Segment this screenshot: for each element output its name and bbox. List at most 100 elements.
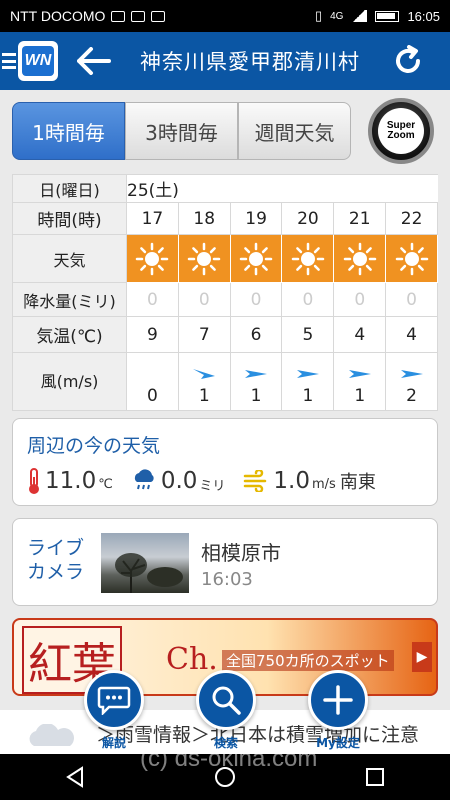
wind-cell: 1 xyxy=(281,352,335,411)
wind-speed: 2 xyxy=(406,386,417,406)
super-zoom-label: Super xyxy=(386,119,416,131)
banner-arrow-icon: ▶ xyxy=(412,642,432,672)
wind-speed: 1 xyxy=(250,386,262,406)
refresh-icon[interactable] xyxy=(388,41,428,81)
chat-icon xyxy=(97,686,131,715)
row-label-date: 日(曜日) xyxy=(12,174,127,203)
hour-cell: 21 xyxy=(333,202,387,235)
notification-icon xyxy=(131,10,146,22)
weather-cell xyxy=(126,234,179,283)
current-weather-card[interactable]: 周辺の今の天気 11.0 ℃ 0.0 ミリ 1.0 m/s 南東 xyxy=(12,418,438,506)
rain-cell: 0 xyxy=(177,282,231,317)
tab-3hourly[interactable]: 3時間毎 xyxy=(125,102,238,160)
watermark: (c) ds-okina.com xyxy=(140,745,318,772)
wind-arrow-icon xyxy=(245,370,268,378)
temp-cell: 9 xyxy=(126,316,179,353)
live-camera-label: ライブ xyxy=(27,537,85,559)
weather-cell xyxy=(229,234,283,283)
location-title: 神奈川県愛甲郡清川村 xyxy=(140,50,360,74)
nav-recents-icon[interactable] xyxy=(365,767,385,787)
wind-arrow-icon xyxy=(193,369,216,379)
commentary-button[interactable] xyxy=(84,670,144,730)
row-label-temp: 気温(℃) xyxy=(12,316,127,353)
wind-arrow-icon xyxy=(296,370,319,378)
hour-cell: 17 xyxy=(126,202,179,235)
rain-cell: 0 xyxy=(229,282,283,317)
current-temp-unit: ℃ xyxy=(98,476,113,492)
wind-cell: 1 xyxy=(177,352,231,411)
wind-cell: 1 xyxy=(229,352,283,411)
network-type: 4G xyxy=(330,10,344,22)
carrier-name: NTT DOCOMO xyxy=(10,8,106,24)
forecast-tabs: 1時間毎 3時間毎 週間天気 xyxy=(12,102,351,160)
rain-cell: 0 xyxy=(281,282,335,317)
hour-cell: 19 xyxy=(229,202,283,235)
super-zoom-label: Zoom xyxy=(387,130,415,141)
weathernews-logo[interactable]: WN xyxy=(18,41,58,81)
hour-cell: 22 xyxy=(385,202,438,235)
notification-icon xyxy=(111,10,126,22)
signal-icon xyxy=(351,10,368,22)
search-button[interactable] xyxy=(196,670,256,730)
status-bar: NTT DOCOMO ▯ 4G 16:05 xyxy=(0,0,450,32)
camera-city: 相模原市 xyxy=(201,541,281,565)
wind-cell: 0 xyxy=(126,352,179,411)
tab-weekly[interactable]: 週間天気 xyxy=(238,102,351,160)
tab-hourly[interactable]: 1時間毎 xyxy=(12,102,125,160)
date-value: 25(土) xyxy=(126,174,438,203)
sun-icon xyxy=(343,242,376,275)
temp-cell: 4 xyxy=(385,316,438,353)
notification-icon xyxy=(151,10,166,22)
wind-cell: 2 xyxy=(385,352,438,411)
weather-cell xyxy=(281,234,335,283)
current-wind-direction: 南東 xyxy=(339,472,376,493)
weather-cell xyxy=(333,234,387,283)
live-camera-card[interactable]: ライブ カメラ 相模原市 16:03 xyxy=(12,518,438,606)
row-label-weather: 天気 xyxy=(12,234,127,283)
sun-icon xyxy=(239,242,273,275)
banner-promo: 全国750カ所のスポット xyxy=(222,650,394,671)
camera-thumbnail[interactable] xyxy=(101,533,189,593)
super-zoom-button[interactable]: Super Zoom xyxy=(368,98,434,164)
current-weather-title: 周辺の今の天気 xyxy=(27,435,161,457)
banner-channel: Ch. xyxy=(166,642,218,677)
app-header: WN 神奈川県愛甲郡清川村 xyxy=(0,32,450,90)
current-wind-value: 1.0 xyxy=(273,468,310,494)
temp-cell: 7 xyxy=(177,316,231,353)
back-arrow-icon[interactable] xyxy=(76,43,112,79)
notification-icons xyxy=(111,10,166,22)
rain-cell: 0 xyxy=(333,282,387,317)
current-rain-value: 0.0 xyxy=(160,468,198,494)
plus-icon xyxy=(323,685,353,715)
hour-cell: 18 xyxy=(177,202,231,235)
thermometer-icon xyxy=(29,468,39,494)
weather-cell xyxy=(177,234,231,283)
wind-arrow-icon xyxy=(400,370,423,378)
hourly-forecast-table: 日(曜日) 25(土) 時間(時) 17 18 19 20 21 22 天気 降… xyxy=(12,174,438,411)
nav-back-icon[interactable] xyxy=(65,766,85,788)
live-camera-label: カメラ xyxy=(27,560,85,583)
my-settings-button[interactable] xyxy=(308,670,368,730)
sun-icon xyxy=(395,242,428,275)
wind-speed: 1 xyxy=(198,386,210,406)
menu-icon[interactable] xyxy=(2,53,16,69)
wind-speed: 0 xyxy=(147,386,158,406)
sun-icon xyxy=(187,242,221,275)
clock: 16:05 xyxy=(407,8,440,24)
row-label-wind: 風(m/s) xyxy=(12,352,127,411)
camera-time: 16:03 xyxy=(201,569,253,590)
wind-icon xyxy=(244,470,267,492)
weather-cell xyxy=(385,234,438,283)
temp-cell: 5 xyxy=(281,316,335,353)
wind-speed: 1 xyxy=(302,386,314,406)
search-icon xyxy=(212,686,241,715)
cloud-icon xyxy=(29,724,74,746)
wind-speed: 1 xyxy=(354,386,366,406)
rain-cell: 0 xyxy=(126,282,179,317)
temp-cell: 6 xyxy=(229,316,283,353)
current-temp-value: 11.0 xyxy=(45,468,97,494)
sun-icon xyxy=(291,242,325,275)
row-label-rain: 降水量(ミリ) xyxy=(12,282,127,317)
vibrate-icon: ▯ xyxy=(314,8,323,23)
hour-cell: 20 xyxy=(281,202,335,235)
